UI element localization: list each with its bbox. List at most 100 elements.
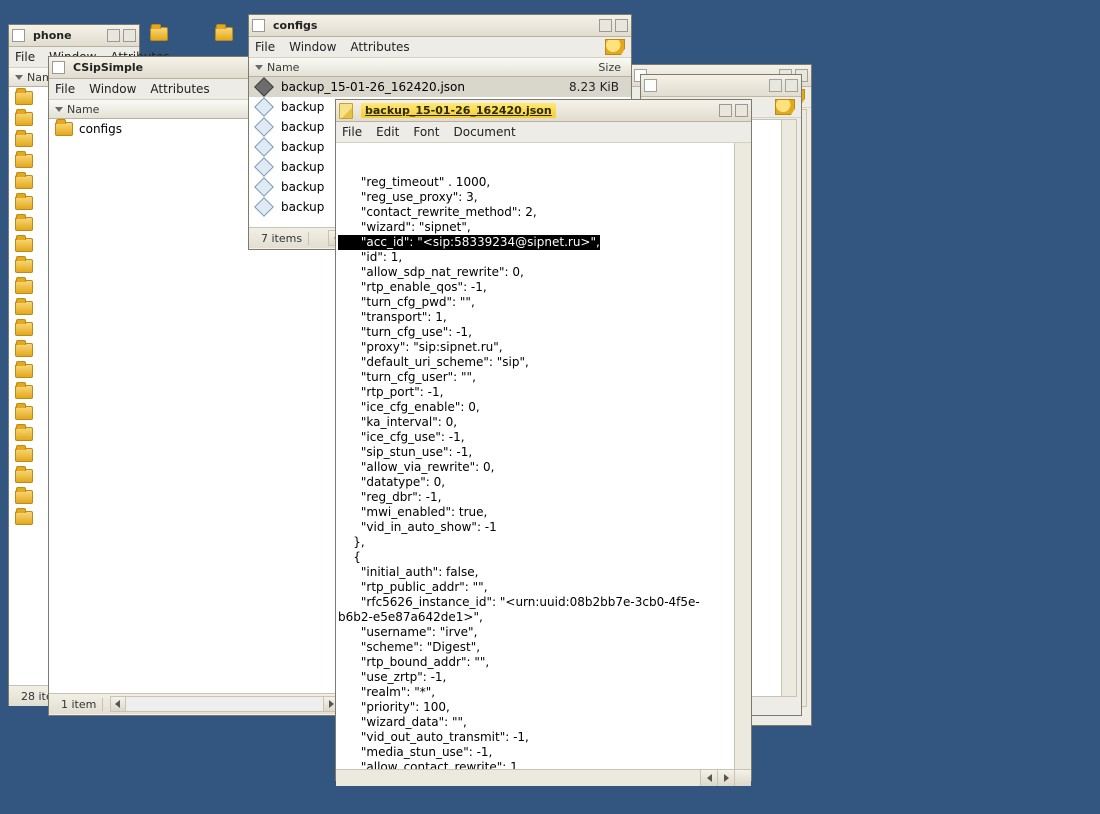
editor-line[interactable]: },	[338, 535, 751, 550]
menu-attributes[interactable]: Attributes	[150, 82, 209, 96]
scroll-left-button[interactable]	[700, 770, 717, 786]
editor-line[interactable]: "media_stun_use": -1,	[338, 745, 751, 760]
window-control-icons[interactable]	[107, 29, 136, 42]
menu-window[interactable]: Window	[289, 40, 336, 54]
folder-icon[interactable]	[15, 259, 33, 273]
editor-line[interactable]: "rtp_public_addr": "",	[338, 580, 751, 595]
highlighted-text[interactable]: "acc_id": "<sip:58339234@sipnet.ru>",	[338, 235, 600, 250]
editor-line[interactable]: "datatype": 0,	[338, 475, 751, 490]
editor-text-area[interactable]: "reg_timeout" . 1000, "reg_use_proxy": 3…	[336, 143, 751, 769]
window-checkbox[interactable]	[252, 19, 265, 32]
editor-line[interactable]: b6b2-e5e87a642de1>",	[338, 610, 751, 625]
editor-line[interactable]: "proxy": "sip:sipnet.ru",	[338, 340, 751, 355]
editor-line[interactable]: "ice_cfg_use": -1,	[338, 430, 751, 445]
folder-icon[interactable]	[15, 322, 33, 336]
editor-line[interactable]: "wizard": "sipnet",	[338, 220, 751, 235]
editor-line[interactable]: "rtp_bound_addr": "",	[338, 655, 751, 670]
editor-line[interactable]: "allow_via_rewrite": 0,	[338, 460, 751, 475]
h-scrollbar[interactable]	[110, 696, 339, 712]
menu-edit[interactable]: Edit	[376, 125, 399, 139]
editor-window[interactable]: backup_15-01-26_162420.json File Edit Fo…	[335, 99, 752, 781]
folder-icon[interactable]	[15, 511, 33, 525]
editor-line[interactable]: "vid_out_auto_transmit": -1,	[338, 730, 751, 745]
editor-line[interactable]: "mwi_enabled": true,	[338, 505, 751, 520]
menu-font[interactable]: Font	[413, 125, 439, 139]
titlebar[interactable]: backup_15-01-26_162420.json	[336, 100, 751, 122]
editor-line[interactable]: "ka_interval": 0,	[338, 415, 751, 430]
editor-line[interactable]: "sip_stun_use": -1,	[338, 445, 751, 460]
sort-arrow-icon[interactable]	[15, 75, 23, 80]
folder-icon[interactable]	[15, 427, 33, 441]
folder-icon[interactable]	[15, 490, 33, 504]
menubar[interactable]: File Window Attributes	[249, 37, 631, 58]
editor-line[interactable]: "reg_use_proxy": 3,	[338, 190, 751, 205]
menu-file[interactable]: File	[342, 125, 362, 139]
folder-icon[interactable]	[15, 448, 33, 462]
folder-icon[interactable]	[15, 469, 33, 483]
editor-line[interactable]: "scheme": "Digest",	[338, 640, 751, 655]
list-item[interactable]: backup_15-01-26_162420.json8.23 KiB	[249, 77, 631, 97]
folder-icon[interactable]	[15, 238, 33, 252]
window-control-icons[interactable]	[599, 19, 628, 32]
h-scrollbar[interactable]	[336, 769, 751, 786]
folder-icon[interactable]	[15, 217, 33, 231]
editor-line[interactable]: "rfc5626_instance_id": "<urn:uuid:08b2bb…	[338, 595, 751, 610]
editor-line[interactable]: "username": "irve",	[338, 625, 751, 640]
editor-line[interactable]: "allow_sdp_nat_rewrite": 0,	[338, 265, 751, 280]
menubar[interactable]: File Edit Font Document	[336, 122, 751, 143]
editor-line[interactable]: {	[338, 550, 751, 565]
editor-line[interactable]: "initial_auth": false,	[338, 565, 751, 580]
menu-file[interactable]: File	[255, 40, 275, 54]
titlebar[interactable]: configs	[249, 15, 631, 37]
folder-icon[interactable]	[15, 133, 33, 147]
folder-icon[interactable]	[15, 196, 33, 210]
item-label: backup_15-01-26_162420.json	[281, 80, 465, 94]
window-checkbox[interactable]	[52, 61, 65, 74]
column-header[interactable]: Name Size	[249, 58, 631, 77]
sort-arrow-icon[interactable]	[55, 107, 63, 112]
titlebar[interactable]: phone	[9, 25, 139, 47]
folder-icon[interactable]	[15, 154, 33, 168]
window-checkbox[interactable]	[12, 29, 25, 42]
editor-line[interactable]: "rtp_enable_qos": -1,	[338, 280, 751, 295]
editor-line[interactable]: "turn_cfg_use": -1,	[338, 325, 751, 340]
editor-line[interactable]: "reg_timeout" . 1000,	[338, 175, 751, 190]
editor-line[interactable]: "vid_in_auto_show": -1	[338, 520, 751, 535]
folder-icon[interactable]	[15, 343, 33, 357]
editor-line[interactable]: "transport": 1,	[338, 310, 751, 325]
editor-line[interactable]: "ice_cfg_enable": 0,	[338, 400, 751, 415]
editor-line[interactable]: "turn_cfg_pwd": "",	[338, 295, 751, 310]
editor-line[interactable]: "reg_dbr": -1,	[338, 490, 751, 505]
menu-document[interactable]: Document	[453, 125, 515, 139]
editor-line[interactable]: "id": 1,	[338, 250, 751, 265]
window-control-icons[interactable]	[719, 104, 748, 117]
menu-file[interactable]: File	[55, 82, 75, 96]
v-scrollbar[interactable]	[734, 143, 751, 769]
folder-icon[interactable]	[15, 175, 33, 189]
scroll-left-button[interactable]	[111, 697, 126, 711]
editor-line[interactable]: "contact_rewrite_method": 2,	[338, 205, 751, 220]
editor-line[interactable]: "priority": 100,	[338, 700, 751, 715]
folder-icon[interactable]	[15, 385, 33, 399]
desktop-folder-icon[interactable]	[150, 27, 172, 43]
folder-icon[interactable]	[15, 112, 33, 126]
menu-attributes[interactable]: Attributes	[350, 40, 409, 54]
editor-line[interactable]: "use_zrtp": -1,	[338, 670, 751, 685]
editor-line[interactable]: "rtp_port": -1,	[338, 385, 751, 400]
editor-line[interactable]: "default_uri_scheme": "sip",	[338, 355, 751, 370]
desktop-folder-icon[interactable]	[215, 27, 237, 43]
editor-line[interactable]: "turn_cfg_user": "",	[338, 370, 751, 385]
menu-file[interactable]: File	[15, 50, 35, 64]
folder-icon[interactable]	[15, 280, 33, 294]
resize-grip[interactable]	[734, 770, 751, 786]
scroll-right-button[interactable]	[717, 770, 734, 786]
menu-window[interactable]: Window	[89, 82, 136, 96]
editor-line[interactable]: "wizard_data": "",	[338, 715, 751, 730]
folder-icon[interactable]	[15, 364, 33, 378]
folder-icon[interactable]	[15, 406, 33, 420]
sort-arrow-icon[interactable]	[255, 65, 263, 70]
folder-icon[interactable]	[15, 301, 33, 315]
editor-line[interactable]: "realm": "*",	[338, 685, 751, 700]
editor-line[interactable]: "allow_contact_rewrite": 1,	[338, 760, 751, 769]
folder-icon[interactable]	[15, 91, 33, 105]
